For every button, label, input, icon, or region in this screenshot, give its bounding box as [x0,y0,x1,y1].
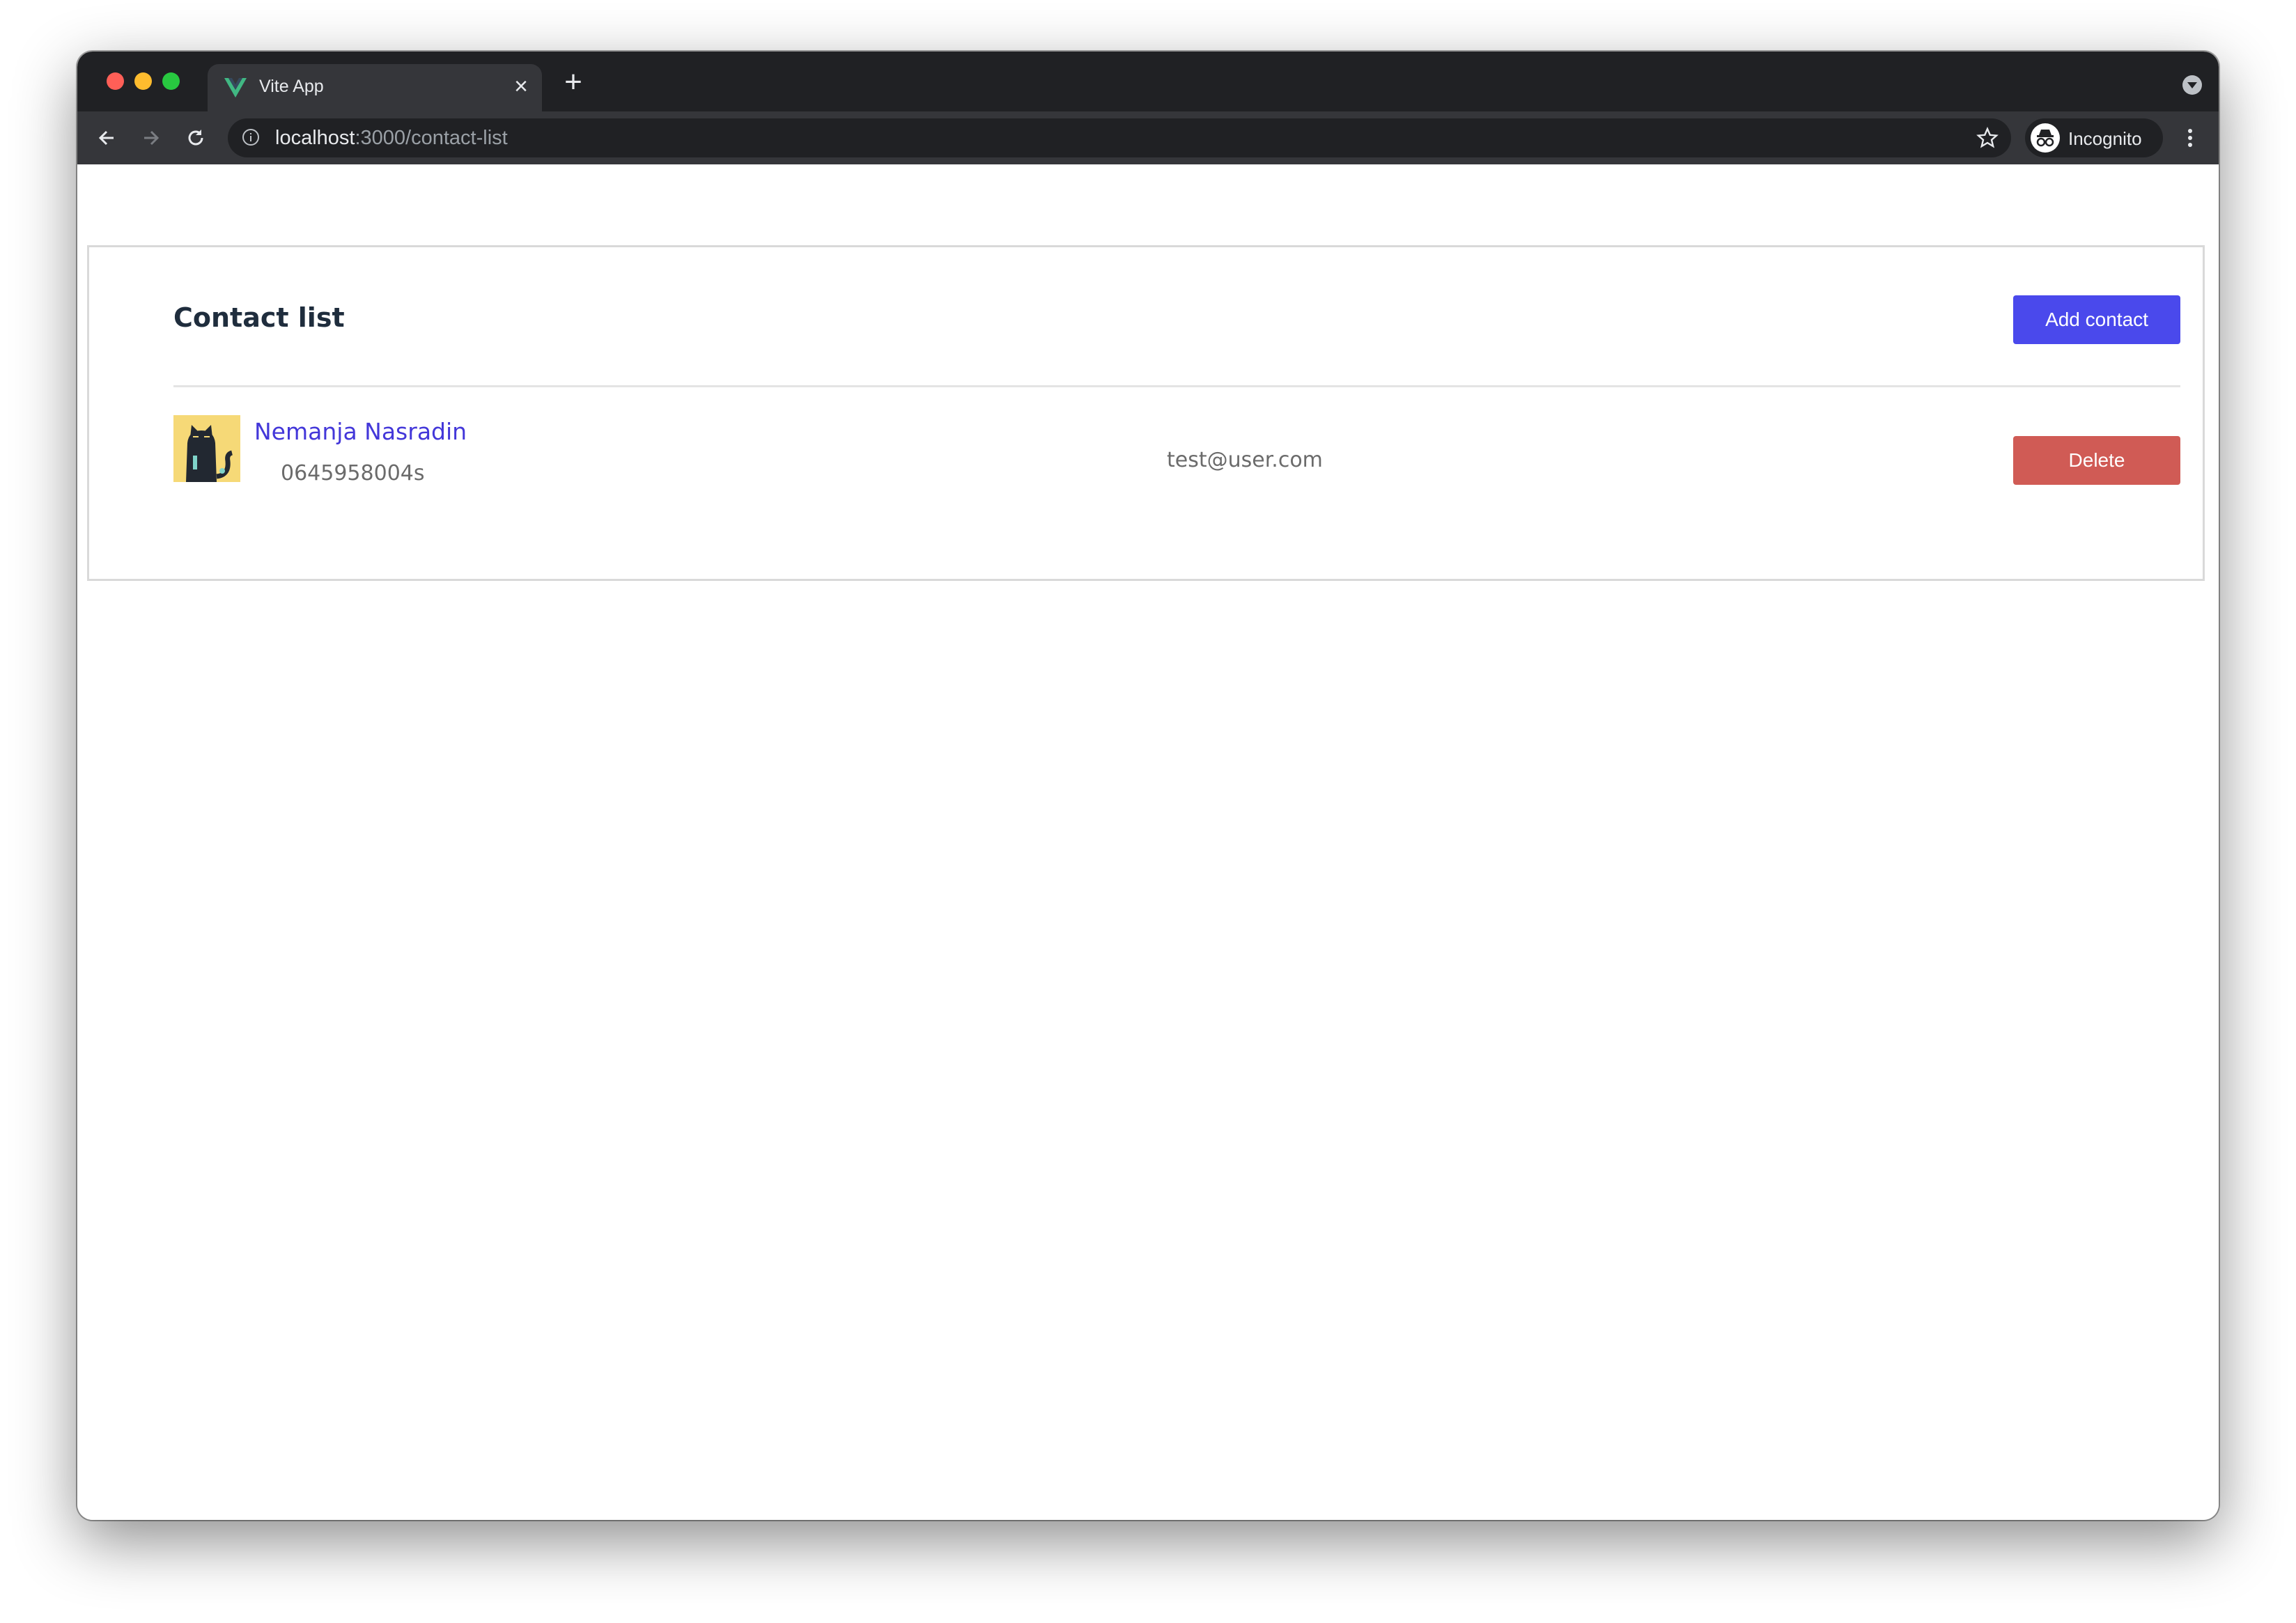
contact-name-link[interactable]: Nemanja Nasradin [254,418,467,445]
zoom-window-button[interactable] [162,72,180,90]
address-bar[interactable]: localhost:3000/contact-list [228,118,2011,157]
url-path: :3000/contact-list [355,127,508,149]
browser-toolbar: localhost:3000/contact-list Incognito [77,111,2219,164]
close-window-button[interactable] [107,72,124,90]
page-title: Contact list [173,302,345,333]
page-content: Contact list Add contact Nemanja Nasradi… [77,164,2219,1520]
incognito-profile-button[interactable]: Incognito [2025,118,2163,157]
back-icon[interactable] [91,123,122,153]
plus-icon[interactable]: + [558,67,589,98]
tab-search-icon[interactable] [2182,75,2202,95]
add-contact-button[interactable]: Add contact [2013,295,2180,344]
incognito-icon [2031,123,2060,153]
vue-logo-icon [224,78,247,98]
delete-contact-button[interactable]: Delete [2013,436,2180,485]
browser-menu-icon[interactable] [2180,123,2201,153]
url-host: localhost [275,127,355,149]
star-icon[interactable] [1976,127,1999,149]
tab-title: Vite App [259,77,324,96]
browser-window: Vite App × + localhost:3000/contact-list [77,52,2219,1520]
close-icon[interactable]: × [514,72,528,100]
divider [173,385,2180,387]
minimize-window-button[interactable] [134,72,152,90]
info-icon[interactable] [242,128,260,146]
contact-list-card: Contact list Add contact Nemanja Nasradi… [87,245,2205,581]
browser-titlebar: Vite App × + [77,52,2219,111]
reload-icon[interactable] [180,123,211,153]
incognito-label: Incognito [2068,128,2142,149]
black-cat-avatar-icon [173,415,240,482]
url-text: localhost:3000/contact-list [275,127,508,150]
forward-icon[interactable] [136,123,166,153]
contact-email: test@user.com [1167,448,1323,472]
contact-phone: 0645958004s [281,461,425,486]
browser-tab[interactable]: Vite App × [208,64,542,111]
